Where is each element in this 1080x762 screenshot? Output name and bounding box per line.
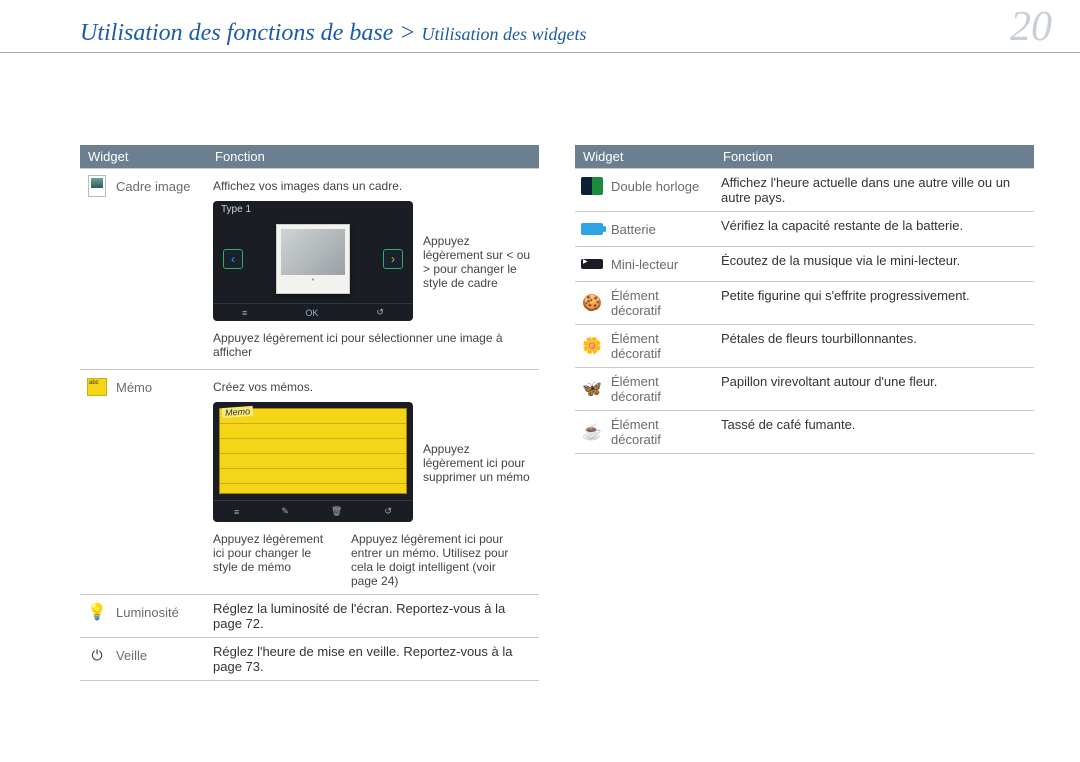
back-icon[interactable]: ↺ (384, 506, 392, 517)
cadre-bottom-bar: ≡ OK ↺ (213, 303, 413, 321)
widget-table-right: Widget Fonction Double horloge Affichez l… (575, 145, 1034, 454)
widget-name: Élément décoratif (611, 417, 709, 447)
content-columns: Widget Fonction Cadre image (0, 53, 1080, 681)
widget-cell: ☕ Élément décoratif (581, 417, 709, 447)
next-style-button[interactable]: › (383, 249, 403, 269)
cadre-intro: Affichez vos images dans un cadre. (213, 179, 533, 193)
widget-icon: 🌼 (581, 335, 603, 357)
lamp-icon: 💡 (86, 601, 108, 623)
photo-icon (86, 175, 108, 197)
widget-name: Luminosité (116, 605, 179, 620)
trash-icon[interactable]: 🗑 (331, 506, 342, 517)
widget-cell-luminosite: 💡 Luminosité (86, 601, 201, 623)
widget-cell: Batterie (581, 218, 709, 240)
widget-cell: 🍪 Élément décoratif (581, 288, 709, 318)
memo-style-callout: Appuyez légèrement ici pour changer le s… (213, 532, 333, 588)
widget-icon (581, 253, 603, 275)
widget-name: Batterie (611, 222, 656, 237)
widget-name: Élément décoratif (611, 331, 709, 361)
breadcrumb-main: Utilisation des fonctions de base (80, 20, 393, 46)
table-row: Mini-lecteur Écoutez de la musique via le… (575, 247, 1034, 282)
frame-preview[interactable]: • (276, 224, 350, 294)
widget-desc: Petite figurine qui s'effrite progressiv… (715, 282, 1034, 325)
cadre-nav-callout: Appuyez légèrement sur < ou > pour chang… (423, 234, 533, 290)
widget-desc: Tassé de café fumante. (715, 411, 1034, 454)
th-widget: Widget (575, 145, 715, 169)
memo-enter-callout: Appuyez légèrement ici pour entrer un mé… (351, 532, 511, 588)
memo-intro: Créez vos mémos. (213, 380, 533, 394)
table-row: 💡 Luminosité Réglez la luminosité de l'é… (80, 595, 539, 638)
memo-screenshot: ≡ ✎ 🗑 ↺ (213, 402, 413, 522)
th-fonction: Fonction (207, 145, 539, 169)
breadcrumb: Utilisation des fonctions de base > Util… (80, 20, 587, 47)
widget-cell: Double horloge (581, 175, 709, 197)
memo-surface[interactable] (219, 408, 407, 494)
widget-cell-veille: ⏻ Veille (86, 644, 201, 666)
widget-cell: 🌼 Élément décoratif (581, 331, 709, 361)
memo-delete-callout: Appuyez légèrement ici pour supprimer un… (423, 442, 533, 484)
widget-icon (581, 175, 603, 197)
widget-icon: 🍪 (581, 292, 603, 314)
widget-name: Élément décoratif (611, 288, 709, 318)
veille-desc: Réglez l'heure de mise en veille. Report… (207, 638, 539, 681)
cadre-type-label: Type 1 (213, 201, 413, 215)
widget-cell-memo: abc Mémo (86, 376, 201, 398)
prev-style-button[interactable]: ‹ (223, 249, 243, 269)
widget-cell: Mini-lecteur (581, 253, 709, 275)
page-number: 20 (1010, 6, 1052, 48)
header-bar: Utilisation des fonctions de base > Util… (0, 0, 1080, 53)
th-widget: Widget (80, 145, 207, 169)
menu-icon[interactable]: ≡ (234, 507, 239, 517)
widget-icon: ☕ (581, 421, 603, 443)
breadcrumb-sub: Utilisation des widgets (422, 24, 587, 44)
widget-desc: Papillon virevoltant autour d'une fleur. (715, 368, 1034, 411)
breadcrumb-sep: > (393, 20, 421, 46)
widget-name: Mémo (116, 380, 152, 395)
page: Utilisation des fonctions de base > Util… (0, 0, 1080, 762)
left-column: Widget Fonction Cadre image (80, 145, 539, 681)
widget-desc: Affichez l'heure actuelle dans une autre… (715, 169, 1034, 212)
table-row: ⏻ Veille Réglez l'heure de mise en veill… (80, 638, 539, 681)
cadre-screenshot: Type 1 ‹ • › (213, 201, 413, 321)
widget-icon: 🦋 (581, 378, 603, 400)
widget-cell: 🦋 Élément décoratif (581, 374, 709, 404)
table-row: ☕ Élément décoratifTassé de café fumante. (575, 411, 1034, 454)
table-row: Batterie Vérifiez la capacité restante de… (575, 212, 1034, 247)
back-icon[interactable]: ↺ (376, 307, 384, 318)
sleep-icon: ⏻ (86, 644, 108, 666)
widget-name: Cadre image (116, 179, 190, 194)
right-column: Widget Fonction Double horloge Affichez l… (575, 145, 1034, 681)
table-row: 🍪 Élément décoratifPetite figurine qui s'… (575, 282, 1034, 325)
widget-desc: Pétales de fleurs tourbillonnantes. (715, 325, 1034, 368)
widget-name: Mini-lecteur (611, 257, 678, 272)
edit-icon[interactable]: ✎ (281, 506, 289, 517)
cadre-select-callout: Appuyez légèrement ici pour sélectionner… (213, 331, 533, 359)
widget-desc: Vérifiez la capacité restante de la batt… (715, 212, 1034, 247)
luminosite-desc: Réglez la luminosité de l'écran. Reporte… (207, 595, 539, 638)
widget-table-left: Widget Fonction Cadre image (80, 145, 539, 681)
widget-icon (581, 218, 603, 240)
sticky-note-icon: abc (86, 376, 108, 398)
ok-label[interactable]: OK (305, 308, 318, 318)
widget-desc: Écoutez de la musique via le mini-lecteu… (715, 247, 1034, 282)
th-fonction: Fonction (715, 145, 1034, 169)
menu-icon[interactable]: ≡ (242, 308, 247, 318)
table-row: 🦋 Élément décoratifPapillon virevoltant a… (575, 368, 1034, 411)
table-row: 🌼 Élément décoratifPétales de fleurs tour… (575, 325, 1034, 368)
widget-cell-cadre: Cadre image (86, 175, 201, 197)
memo-bottom-bar: ≡ ✎ 🗑 ↺ (213, 500, 413, 522)
widget-name: Double horloge (611, 179, 699, 194)
widget-name: Élément décoratif (611, 374, 709, 404)
table-row: abc Mémo Créez vos mémos. ≡ (80, 370, 539, 595)
table-row: Cadre image Affichez vos images dans un … (80, 169, 539, 370)
widget-name: Veille (116, 648, 147, 663)
table-row: Double horloge Affichez l'heure actuelle … (575, 169, 1034, 212)
